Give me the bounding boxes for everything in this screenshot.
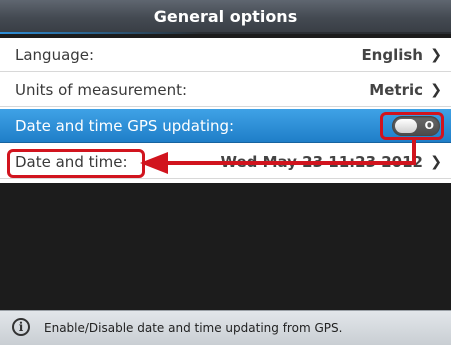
title-bar: General options xyxy=(0,0,451,34)
help-bar: i Enable/Disable date and time updating … xyxy=(0,310,451,345)
setting-label-units: Units of measurement: xyxy=(15,81,188,99)
chevron-right-icon: ❯ xyxy=(430,154,442,170)
chevron-right-icon: ❯ xyxy=(430,47,442,63)
settings-screen: General options Language: English ❯ Unit… xyxy=(0,0,451,345)
setting-value-units: Metric xyxy=(369,81,423,99)
chevron-right-icon: ❯ xyxy=(430,82,442,98)
title-accent-line xyxy=(0,32,200,34)
page-title: General options xyxy=(153,7,298,26)
setting-row-language[interactable]: Language: English ❯ xyxy=(0,38,451,72)
info-icon: i xyxy=(12,318,30,336)
setting-row-units[interactable]: Units of measurement: Metric ❯ xyxy=(0,73,451,107)
setting-label-gps-updating: Date and time GPS updating: xyxy=(15,117,235,135)
annotation-arrow-shaft xyxy=(165,161,416,165)
setting-value-language: English xyxy=(361,46,423,64)
date-time-highlight-box xyxy=(7,149,145,178)
setting-label-language: Language: xyxy=(15,46,95,64)
help-text: Enable/Disable date and time updating fr… xyxy=(44,321,343,335)
toggle-highlight-box xyxy=(380,112,444,140)
